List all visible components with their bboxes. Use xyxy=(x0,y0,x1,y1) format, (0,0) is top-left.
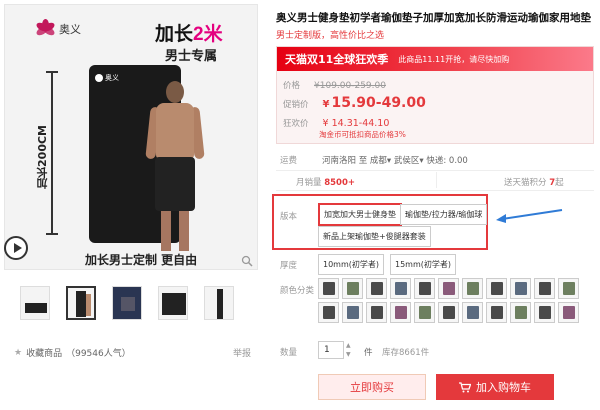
color-swatch[interactable] xyxy=(342,278,363,299)
thumbnail-strip xyxy=(20,286,234,320)
color-swatch[interactable] xyxy=(414,302,435,323)
zoom-icon[interactable] xyxy=(241,255,253,267)
thumbnail-4[interactable] xyxy=(158,286,188,320)
color-swatch[interactable] xyxy=(438,302,459,323)
color-swatch[interactable] xyxy=(366,302,387,323)
quantity-unit: 件 xyxy=(364,348,373,358)
star-icon: ★ xyxy=(14,347,23,358)
color-swatch[interactable] xyxy=(318,278,339,299)
shipping-row: 运费 河南洛阳 至 成都▾ 武侯区▾ 快递: 0.00 xyxy=(280,154,468,166)
tmall-points: 送天猫积分 7起 xyxy=(504,178,564,188)
color-label: 颜色分类 xyxy=(280,286,315,296)
chevron-down-icon[interactable]: ▼ xyxy=(346,350,354,359)
banner-title: 天猫双11全球狂欢季 xyxy=(285,53,389,66)
festival-price-row: 狂欢价 ¥ 14.31-44.10 xyxy=(283,117,389,129)
coin-discount-note: 淘金币可抵扣商品价格3% xyxy=(319,130,406,139)
lotus-logo-icon xyxy=(34,19,56,39)
divider xyxy=(276,190,594,191)
divider xyxy=(276,170,594,171)
variant-option-3[interactable]: 新品上架瑜伽垫+俊腿器套装 xyxy=(318,226,431,247)
variant-label: 版本 xyxy=(280,212,298,222)
festival-price: ¥ 14.31-44.10 xyxy=(322,118,390,129)
cart-icon xyxy=(459,381,471,392)
color-swatch[interactable] xyxy=(462,278,483,299)
length-label: 加长200CM xyxy=(36,125,49,189)
color-swatch[interactable] xyxy=(534,302,555,323)
color-swatch[interactable] xyxy=(390,278,411,299)
promo-banner[interactable]: 天猫双11全球狂欢季 此商品11.11开抢，请尽快加购 xyxy=(277,47,593,71)
divider xyxy=(436,172,437,188)
product-details: 奥义男士健身垫初学者瑜伽垫子加厚加宽加长防滑运动瑜伽家用地垫 男士定制版，高性价… xyxy=(272,0,596,410)
color-swatch[interactable] xyxy=(342,302,363,323)
quantity-stepper[interactable]: ▲ ▼ xyxy=(346,341,354,359)
shipping-text[interactable]: 河南洛阳 至 成都▾ 武侯区▾ 快递: 0.00 xyxy=(322,156,468,166)
play-video-icon[interactable] xyxy=(4,236,28,260)
thickness-option-15mm[interactable]: 15mm(初学者) xyxy=(390,254,457,275)
annotation-arrow-icon xyxy=(496,209,563,223)
headline-prefix: 加长 xyxy=(155,24,194,45)
thickness-option-10mm[interactable]: 10mm(初学者) xyxy=(318,254,385,275)
quantity-input[interactable]: 1 xyxy=(318,341,344,359)
model-figure xyxy=(145,81,205,259)
color-swatch[interactable] xyxy=(486,302,507,323)
original-price-row: 价格 ¥109.00-259.00 xyxy=(283,79,386,91)
headline-highlight: 2米 xyxy=(193,24,223,45)
price-panel: 天猫双11全球狂欢季 此商品11.11开抢，请尽快加购 价格 ¥109.00-2… xyxy=(276,46,594,144)
image-caption: 加长男士定制 更自由 xyxy=(85,253,198,267)
stock-count: 库存8661件 xyxy=(382,348,430,358)
color-swatch[interactable] xyxy=(558,278,579,299)
thumbnail-1[interactable] xyxy=(20,286,50,320)
color-swatch[interactable] xyxy=(510,278,531,299)
image-headline: 加长2米 xyxy=(155,19,223,46)
color-swatch[interactable] xyxy=(462,302,483,323)
promo-price: ¥15.90-49.00 xyxy=(322,95,426,111)
product-gallery: 奥义 加长2米 男士专属 奥义 加长200CM 加长男士定制 更自由 ★ 收藏商… xyxy=(0,0,262,410)
color-swatch[interactable] xyxy=(558,302,579,323)
report-link[interactable]: 举报 xyxy=(233,346,251,359)
product-subtitle: 男士定制版，高性价比之选 xyxy=(276,31,385,41)
monthly-sales: 月销量 8500+ xyxy=(296,178,355,188)
thickness-label: 厚度 xyxy=(280,261,298,271)
chevron-up-icon[interactable]: ▲ xyxy=(346,341,354,350)
original-price-label: 价格 xyxy=(283,81,301,91)
variant-option-2[interactable]: 瑜伽垫/拉力器/瑜伽球 xyxy=(400,204,488,225)
color-swatch[interactable] xyxy=(534,278,555,299)
color-swatch[interactable] xyxy=(438,278,459,299)
favorite-product[interactable]: ★ 收藏商品 （99546人气） xyxy=(14,346,131,360)
color-swatch[interactable] xyxy=(414,278,435,299)
favorite-count: （99546人气） xyxy=(66,349,131,359)
color-swatch-grid xyxy=(318,278,588,323)
length-measure-line xyxy=(46,71,58,235)
add-to-cart-label: 加入购物车 xyxy=(476,381,531,394)
mat-logo: 奥义 xyxy=(95,73,119,83)
add-to-cart-button[interactable]: 加入购物车 xyxy=(436,374,554,400)
banner-subtitle: 此商品11.11开抢，请尽快加购 xyxy=(398,54,510,64)
festival-price-label: 狂欢价 xyxy=(283,119,309,129)
favorite-label: 收藏商品 xyxy=(26,349,63,359)
product-title: 奥义男士健身垫初学者瑜伽垫子加厚加宽加长防滑运动瑜伽家用地垫 xyxy=(276,12,591,24)
promo-price-row: 促销价 ¥15.90-49.00 xyxy=(283,95,426,111)
color-swatch[interactable] xyxy=(510,302,531,323)
promo-price-label: 促销价 xyxy=(283,100,309,110)
quantity-label: 数量 xyxy=(280,348,298,358)
brand-name: 奥义 xyxy=(59,23,81,36)
thumbnail-5[interactable] xyxy=(204,286,234,320)
thumbnail-3[interactable] xyxy=(112,286,142,320)
original-price: ¥109.00-259.00 xyxy=(314,81,386,91)
buy-now-button[interactable]: 立即购买 xyxy=(318,374,426,400)
color-swatch[interactable] xyxy=(390,302,411,323)
main-product-image[interactable]: 奥义 加长2米 男士专属 奥义 加长200CM 加长男士定制 更自由 xyxy=(4,4,258,270)
shipping-label: 运费 xyxy=(280,156,298,166)
thumbnail-2[interactable] xyxy=(66,286,96,320)
color-swatch[interactable] xyxy=(366,278,387,299)
color-swatch[interactable] xyxy=(318,302,339,323)
image-subheadline: 男士专属 xyxy=(165,49,218,64)
color-swatch[interactable] xyxy=(486,278,507,299)
variant-option-1[interactable]: 加宽加大男士健身垫 xyxy=(318,203,402,226)
brand-mark: 奥义 xyxy=(34,19,81,39)
